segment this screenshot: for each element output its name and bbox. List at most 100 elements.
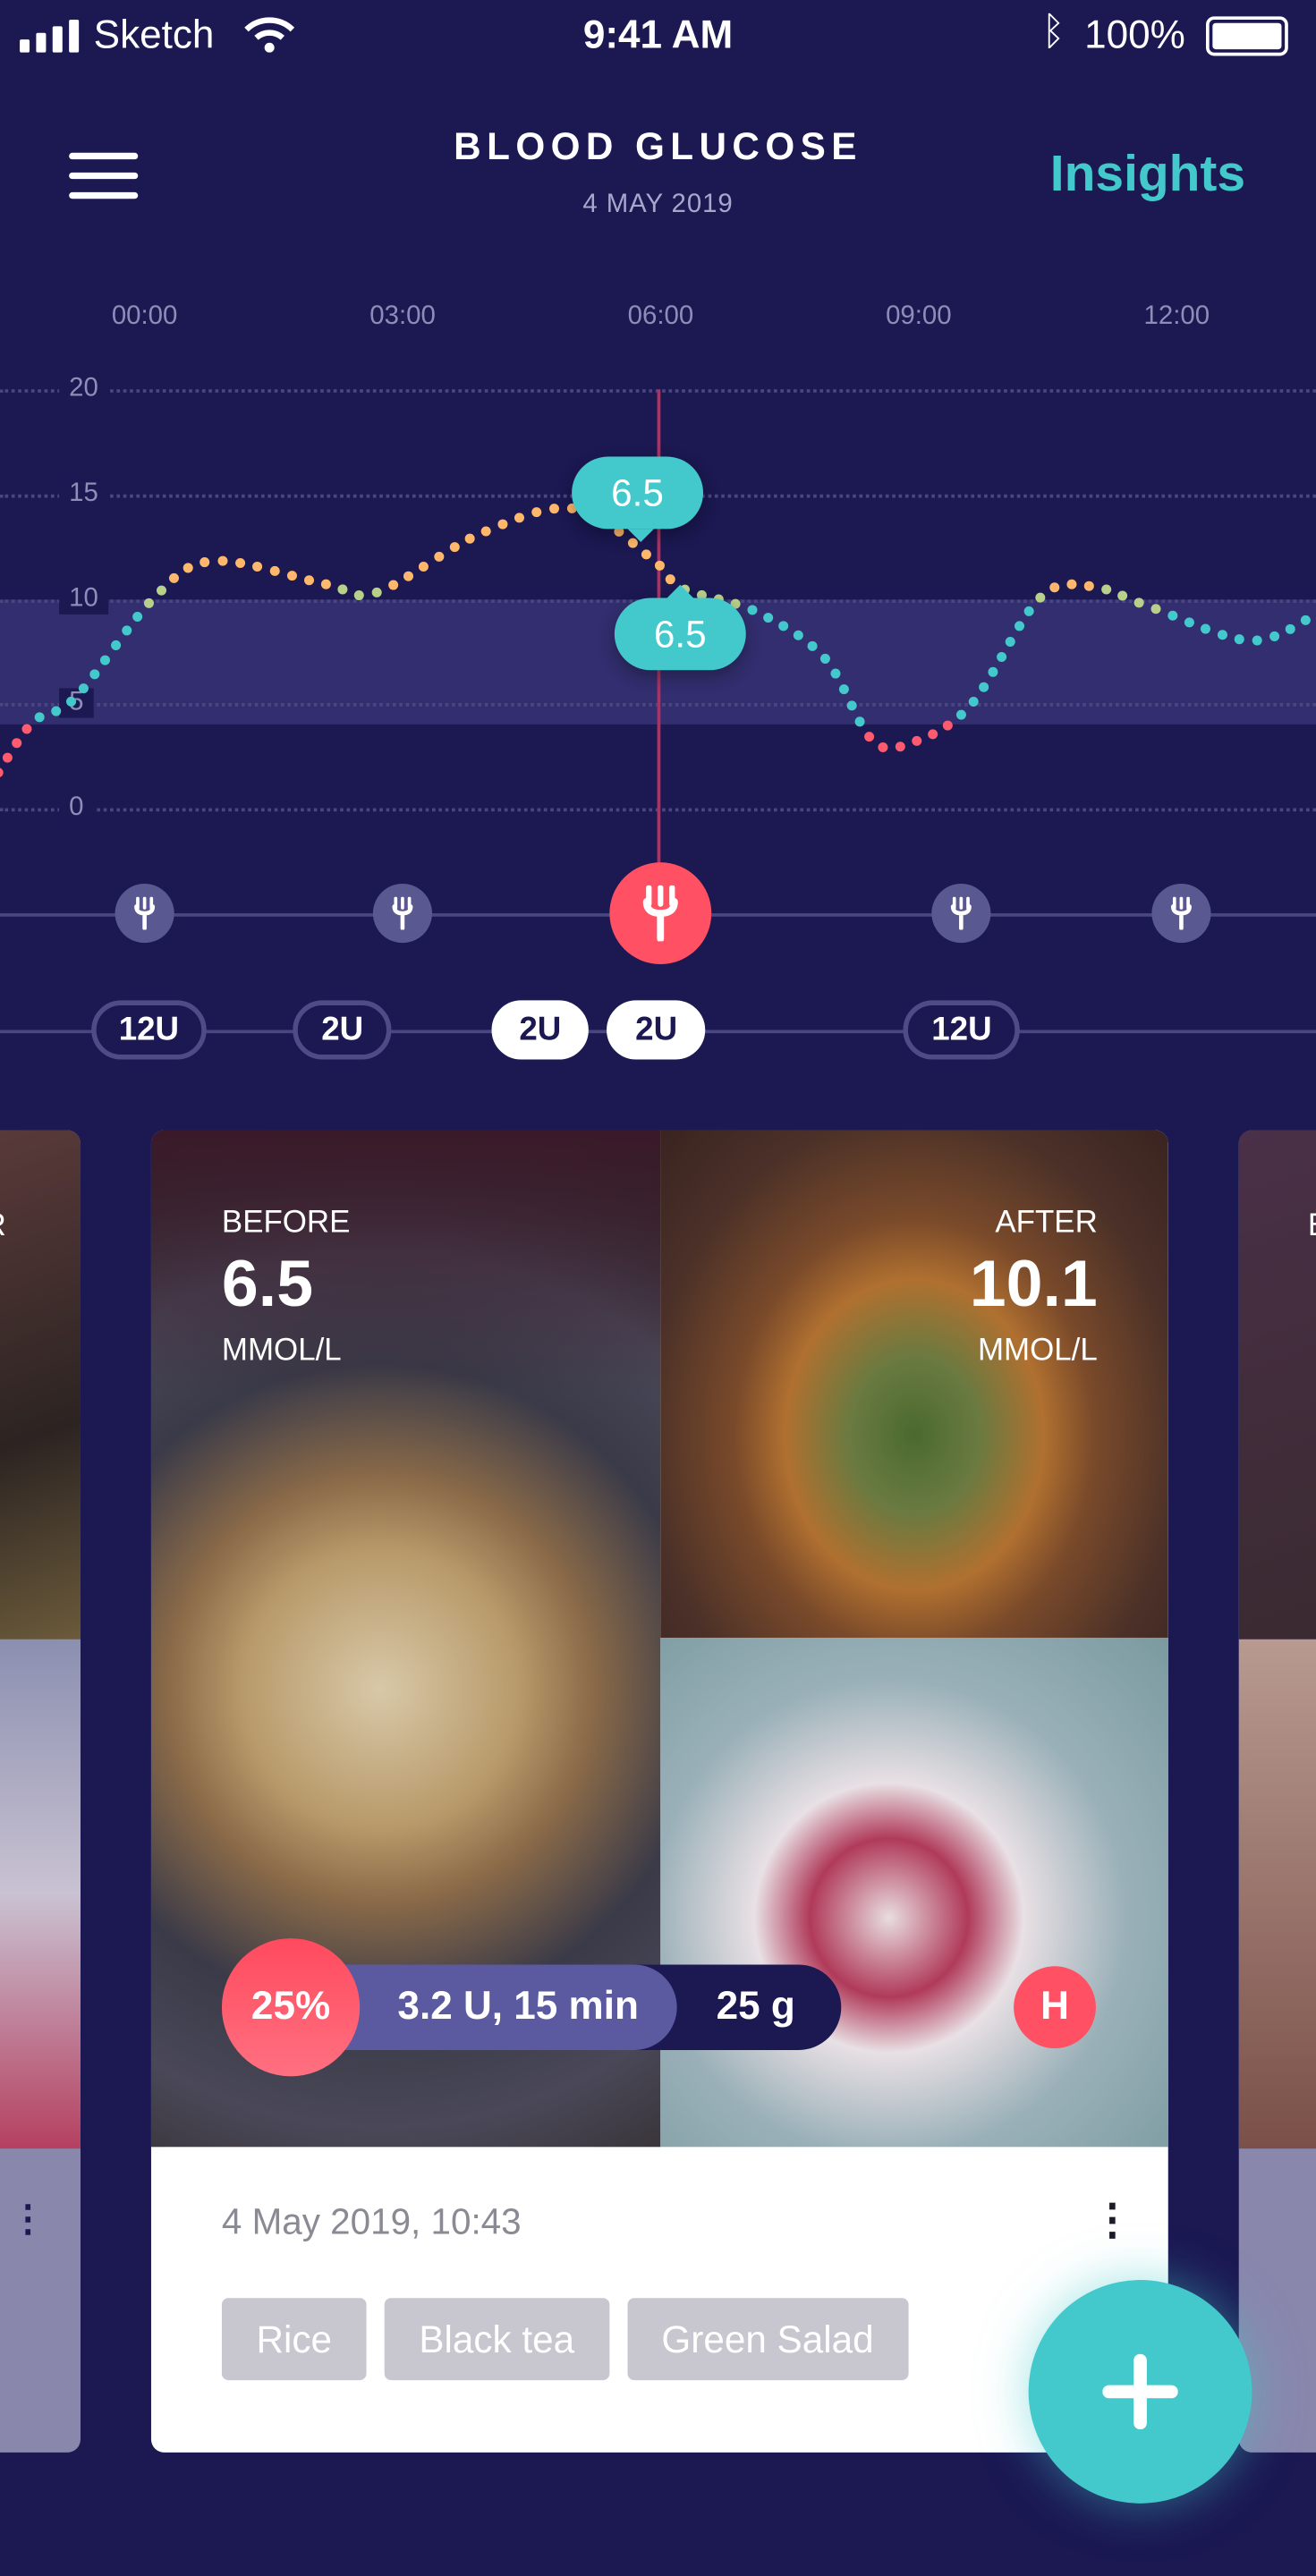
meal-tag[interactable]: Green Salad: [626, 2298, 909, 2381]
glucose-point: [548, 504, 560, 514]
glucose-point: [303, 575, 315, 586]
glucose-point: [1217, 630, 1227, 640]
glucose-point: [1234, 634, 1244, 645]
fork-icon: [642, 885, 678, 942]
glucose-point: [665, 574, 675, 585]
meal-tags: Rice Black tea Green Salad: [221, 2298, 909, 2381]
percent-value: 25%: [250, 1984, 331, 2029]
before-value: 6.5: [221, 1248, 314, 1321]
glucose-point: [895, 741, 905, 752]
meal-marker[interactable]: [609, 862, 712, 965]
glucose-point: [497, 519, 508, 530]
high-badge: H: [1014, 1966, 1096, 2049]
glucose-point: [464, 533, 475, 544]
glucose-point: [838, 684, 849, 695]
glucose-point: [979, 682, 989, 692]
glucose-point: [1015, 621, 1025, 631]
glucose-point: [1023, 606, 1034, 616]
glucose-point: [1066, 579, 1077, 589]
glucose-point: [1083, 580, 1094, 591]
glucose-point: [942, 720, 953, 731]
glucose-point: [132, 611, 143, 623]
more-options-icon[interactable]: ⋮: [1091, 2195, 1133, 2246]
previous-card[interactable]: R L ⋮: [0, 1130, 81, 2453]
glucose-point: [200, 557, 210, 568]
glucose-point: [252, 561, 263, 572]
glucose-point: [235, 558, 246, 569]
glucose-point: [143, 597, 154, 608]
meal-marker[interactable]: [931, 884, 991, 944]
side-label: R: [0, 1209, 6, 1245]
glucose-point: [12, 738, 22, 749]
glucose-point: [337, 584, 348, 595]
glucose-point: [21, 724, 32, 734]
glucose-point: [480, 526, 491, 537]
glucose-point: [1184, 617, 1194, 628]
glucose-point: [846, 700, 857, 711]
fork-icon: [392, 896, 413, 930]
glucose-point: [778, 621, 789, 631]
glucose-point: [1269, 631, 1280, 641]
glucose-point: [1285, 623, 1295, 634]
screen: Sketch 9:41 AM ᛒ 100% BLOOD GLUCOSE 4 MA…: [0, 0, 1316, 2576]
glucose-point: [0, 767, 4, 777]
glucose-point: [988, 666, 998, 677]
meal-tag[interactable]: Black tea: [384, 2298, 609, 2381]
glucose-point: [1133, 597, 1144, 608]
plus-icon: [1102, 2353, 1178, 2430]
badge-label: H: [1040, 1984, 1069, 2029]
meal-photo-parfait: [660, 1637, 1168, 2148]
meal-card[interactable]: BEFORE 6.5 MMOL/L AFTER 10.1 MMOL/L 25 g…: [150, 1130, 1168, 2453]
glucose-point: [864, 732, 875, 742]
glucose-point: [641, 549, 651, 560]
glucose-point: [1005, 636, 1015, 647]
meal-marker[interactable]: [1151, 884, 1211, 944]
glucose-point: [1252, 635, 1262, 646]
glucose-point: [928, 729, 938, 740]
glucose-point: [968, 696, 979, 707]
after-label: AFTER: [995, 1205, 1098, 1241]
glucose-point: [912, 735, 922, 746]
insulin-marker[interactable]: 2U: [293, 1000, 392, 1060]
glucose-point: [99, 655, 110, 665]
glucose-point: [269, 565, 280, 576]
insulin-marker[interactable]: 12U: [90, 1000, 208, 1060]
glucose-point: [1049, 582, 1060, 593]
glucose-point: [763, 613, 774, 623]
carbs-value: 25 g: [716, 1984, 795, 2029]
next-card[interactable]: B: [1238, 1130, 1316, 2453]
glucose-point: [34, 712, 45, 723]
insulin-marker[interactable]: 2U: [607, 1000, 706, 1060]
before-unit: MMOL/L: [221, 1334, 342, 1368]
glucose-point: [747, 605, 758, 615]
insulin-info: 3.2 U, 15 min: [397, 1984, 639, 2029]
glucose-point: [654, 560, 665, 571]
glucose-point: [449, 542, 460, 553]
glucose-point: [183, 563, 193, 573]
insulin-marker[interactable]: 12U: [904, 1000, 1020, 1060]
glucose-point: [997, 651, 1007, 662]
insulin-marker[interactable]: 2U: [491, 1000, 590, 1060]
glucose-point: [353, 590, 364, 601]
glucose-point: [819, 653, 830, 664]
more-icon[interactable]: ⋮: [10, 2198, 46, 2241]
glucose-point: [1117, 590, 1128, 601]
fork-icon: [134, 896, 156, 930]
add-button[interactable]: [1028, 2280, 1252, 2504]
glucose-point: [854, 716, 865, 727]
after-value: 10.1: [969, 1248, 1098, 1321]
tooltip-value: 6.5: [653, 612, 707, 655]
glucose-point: [2, 752, 13, 763]
glucose-point: [514, 513, 524, 523]
glucose-point: [51, 706, 62, 716]
tooltip-value: 6.5: [611, 470, 664, 513]
side-label: B: [1308, 1209, 1316, 1245]
meal-tag[interactable]: Rice: [221, 2298, 367, 2381]
glucose-point: [878, 742, 888, 753]
before-label: BEFORE: [221, 1205, 351, 1241]
meal-marker[interactable]: [115, 884, 174, 944]
glucose-point: [388, 580, 399, 590]
meal-marker[interactable]: [372, 884, 433, 944]
side-unit: L: [0, 1337, 1, 1373]
glucose-point: [403, 571, 414, 581]
